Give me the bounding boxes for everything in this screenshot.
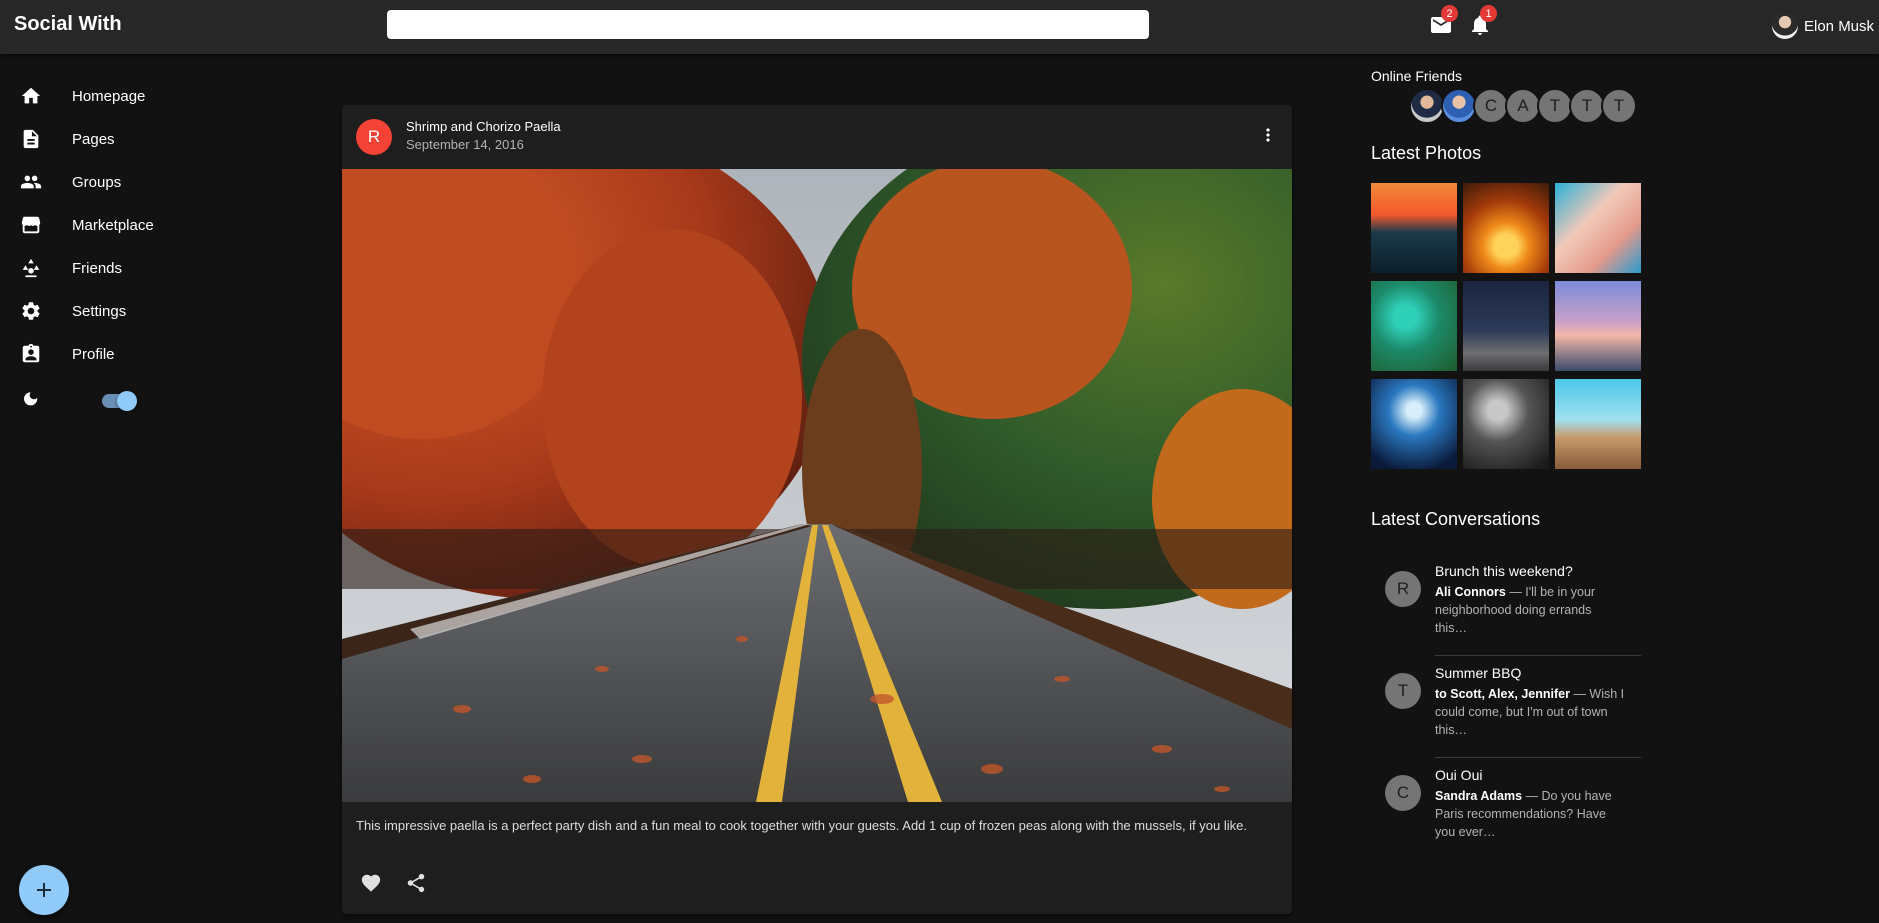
sidebar: Homepage Pages Groups Marketplace Friend… xyxy=(0,54,300,923)
sidebar-item-profile[interactable]: Profile xyxy=(20,339,260,369)
brand-logo[interactable]: Social With xyxy=(14,13,122,36)
photo-thumbnail[interactable] xyxy=(1555,379,1641,469)
people-icon xyxy=(20,175,42,189)
photo-thumbnail[interactable] xyxy=(1371,281,1457,371)
latest-conversations-heading: Latest Conversations xyxy=(1371,509,1541,529)
conversation-snippet: to Scott, Alex, Jennifer — Wish I could … xyxy=(1435,685,1625,739)
photo-thumbnail[interactable] xyxy=(1463,183,1549,273)
conversation-sender: Sandra Adams xyxy=(1435,789,1523,803)
conversation-snippet: Sandra Adams — Do you have Paris recomme… xyxy=(1435,787,1625,841)
app-bar: Social With 2 1 Elon Musk xyxy=(0,0,1879,54)
conversation-sender: to Scott, Alex, Jennifer xyxy=(1435,687,1570,701)
toggle-thumb[interactable] xyxy=(117,391,137,411)
add-button[interactable] xyxy=(19,865,69,915)
sidebar-item-groups[interactable]: Groups xyxy=(20,167,260,197)
avatar[interactable] xyxy=(1441,88,1477,124)
photo-thumbnail[interactable] xyxy=(1555,183,1641,273)
sidebar-item-label: Friends xyxy=(72,259,123,277)
storefront-icon xyxy=(21,216,41,234)
divider xyxy=(1435,655,1641,656)
mail-button[interactable]: 2 xyxy=(1429,5,1458,37)
mail-badge: 2 xyxy=(1441,5,1458,22)
account-box-icon xyxy=(22,343,40,363)
sidebar-item-marketplace[interactable]: Marketplace xyxy=(20,210,260,240)
search-input[interactable] xyxy=(387,10,1149,39)
post-avatar[interactable]: R xyxy=(356,119,392,155)
sidebar-item-friends[interactable]: Friends xyxy=(20,253,260,283)
sidebar-item-label: Groups xyxy=(72,173,122,191)
sidebar-item-settings[interactable]: Settings xyxy=(20,296,260,326)
heart-icon xyxy=(361,874,381,892)
avatar: R xyxy=(1385,571,1421,607)
photo-thumbnail[interactable] xyxy=(1463,281,1549,371)
post-title: Shrimp and Chorizo Paella xyxy=(406,119,561,134)
conversation-sender: Ali Connors xyxy=(1435,585,1506,599)
conversation-title: Oui Oui xyxy=(1435,767,1483,783)
conversation-snippet: Ali Connors — I'll be in your neighborho… xyxy=(1435,583,1625,637)
sidebar-item-label: Homepage xyxy=(72,87,146,105)
user-name: Elon Musk xyxy=(1804,17,1875,35)
sidebar-item-label: Marketplace xyxy=(72,216,154,234)
autumn-road-photo xyxy=(342,169,1292,802)
post-card: R Shrimp and Chorizo Paella September 14… xyxy=(342,105,1292,914)
article-icon xyxy=(23,129,39,149)
avatar: C xyxy=(1385,775,1421,811)
avatar[interactable]: A xyxy=(1505,88,1541,124)
post-text: This impressive paella is a perfect part… xyxy=(356,818,1247,833)
avatar: T xyxy=(1385,673,1421,709)
photo-thumbnail[interactable] xyxy=(1555,281,1641,371)
like-button[interactable] xyxy=(358,870,384,896)
person-search-icon xyxy=(22,258,40,278)
gear-icon xyxy=(22,302,40,320)
notifications-button[interactable]: 1 xyxy=(1468,5,1497,37)
avatar[interactable] xyxy=(1409,88,1445,124)
avatar[interactable]: T xyxy=(1601,88,1637,124)
post-date: September 14, 2016 xyxy=(406,137,524,152)
sidebar-item-pages[interactable]: Pages xyxy=(20,124,260,154)
share-icon xyxy=(407,873,425,893)
conversation-title: Brunch this weekend? xyxy=(1435,563,1573,579)
post-image xyxy=(342,169,1292,802)
share-button[interactable] xyxy=(403,870,429,896)
dark-mode-toggle[interactable] xyxy=(20,386,260,416)
latest-photos-heading: Latest Photos xyxy=(1371,143,1482,163)
sidebar-item-label: Settings xyxy=(72,302,127,320)
photo-thumbnail[interactable] xyxy=(1463,379,1549,469)
conversation-title: Summer BBQ xyxy=(1435,665,1522,681)
rightbar: Online Friends C A T T T Latest Photos L… xyxy=(1371,54,1671,923)
sidebar-item-homepage[interactable]: Homepage xyxy=(20,81,260,111)
online-friends-heading: Online Friends xyxy=(1371,68,1463,84)
photo-thumbnail[interactable] xyxy=(1371,379,1457,469)
avatar[interactable]: C xyxy=(1473,88,1509,124)
sidebar-item-label: Profile xyxy=(72,345,115,363)
avatar[interactable]: T xyxy=(1537,88,1573,124)
post-menu-button[interactable] xyxy=(1256,123,1280,147)
user-menu[interactable]: Elon Musk xyxy=(1772,13,1874,39)
home-icon xyxy=(21,87,41,104)
more-vert-icon xyxy=(1266,128,1270,142)
avatar[interactable]: T xyxy=(1569,88,1605,124)
photo-thumbnail[interactable] xyxy=(1371,183,1457,273)
divider xyxy=(1435,757,1641,758)
add-icon xyxy=(37,883,51,897)
avatar xyxy=(1772,13,1798,39)
notification-badge: 1 xyxy=(1480,5,1497,22)
sidebar-item-label: Pages xyxy=(72,130,115,148)
moon-icon xyxy=(24,392,38,406)
